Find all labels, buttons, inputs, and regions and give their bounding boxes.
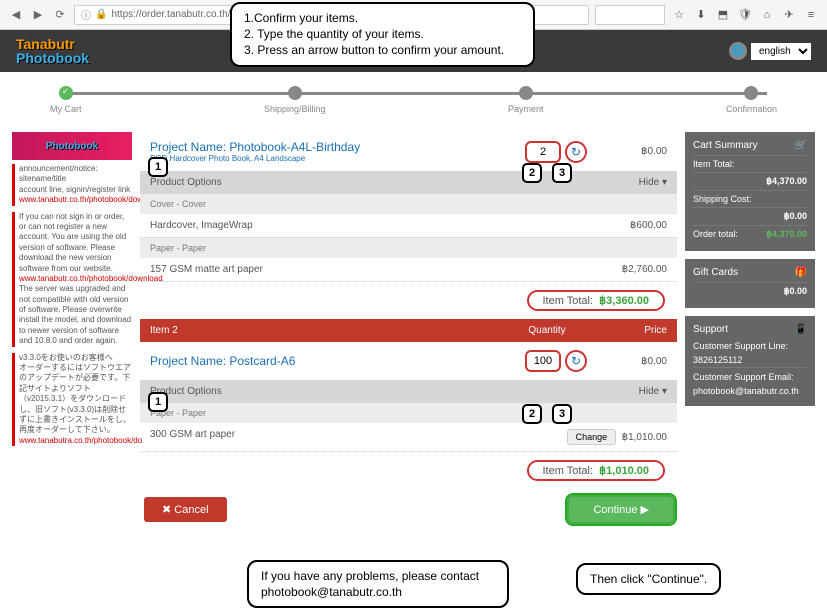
news-item: announcement/notice: sitename/title acco…	[12, 164, 132, 206]
quantity-input-1[interactable]	[525, 141, 561, 163]
back-button[interactable]: ◀	[8, 7, 24, 23]
reload-button[interactable]: ⟳	[52, 7, 68, 23]
option-header: Paper - Paper	[140, 403, 677, 423]
gift-card-card: Gift Cards🎁 ฿0.00	[685, 259, 815, 308]
news-item: v3.3.0をお使いのお客様へ オーダーするにはソフトウエアのアップデートが必要…	[12, 353, 132, 447]
project-desc: POD Hardcover Photo Book, A4 Landscape	[150, 154, 525, 163]
news-sidebar: Photobook announcement/notice: sitename/…	[12, 132, 132, 522]
change-option-button[interactable]: Change	[567, 429, 617, 445]
annotation-bubble-3: 3	[552, 163, 572, 183]
phone-icon: 📱	[795, 324, 807, 335]
step-confirm-dot	[744, 86, 758, 100]
product-options-toggle[interactable]: Product Options Hide ▾	[140, 380, 677, 403]
item-row-2: Project Name: Postcard-A6 ↻ ฿0.00	[140, 342, 677, 380]
item-header-2: Item 2 Quantity Price	[140, 319, 677, 342]
option-header: Cover - Cover	[140, 194, 677, 214]
cart-summary-card: Cart Summary🛒 Item Total: ฿4,370.00 Ship…	[685, 132, 815, 251]
refresh-qty-button-1[interactable]: ↻	[565, 141, 587, 163]
item-total-1: Item Total: ฿3,360.00	[140, 282, 677, 319]
annotation-bubble-2: 2	[522, 163, 542, 183]
hide-toggle: Hide ▾	[639, 177, 667, 188]
download-icon[interactable]: ⬇	[693, 7, 709, 23]
news-banner: Photobook	[12, 132, 132, 160]
annotation-bubble-2b: 2	[522, 404, 542, 424]
summary-sidebar: Cart Summary🛒 Item Total: ฿4,370.00 Ship…	[685, 132, 815, 522]
continue-button[interactable]: Continue ▶	[569, 497, 673, 522]
project-name: Photobook-A4L-Birthday	[229, 140, 360, 154]
instruction-callout: 1.Confirm your items. 2. Type the quanti…	[230, 2, 535, 67]
info-icon: ⓘ	[81, 7, 91, 22]
annotation-bubble-1: 1	[148, 157, 168, 177]
refresh-qty-button-2[interactable]: ↻	[565, 350, 587, 372]
item-total-2: Item Total: ฿1,010.00	[140, 452, 677, 489]
star-icon[interactable]: ☆	[671, 7, 687, 23]
shield-icon[interactable]: 🛡	[737, 7, 753, 23]
pocket-icon[interactable]: ⬒	[715, 7, 731, 23]
annotation-bubble-1b: 1	[148, 392, 168, 412]
annotation-bubble-3b: 3	[552, 404, 572, 424]
option-header: Paper - Paper	[140, 238, 677, 258]
search-box[interactable]	[595, 5, 665, 25]
action-buttons: ✖ Cancel Continue ▶	[140, 497, 677, 522]
step-shipping-label: Shipping/Billing	[264, 104, 326, 114]
step-shipping-dot	[288, 86, 302, 100]
step-confirm-label: Confirmation	[726, 104, 777, 114]
lock-icon: 🔒	[95, 9, 107, 20]
quantity-input-2[interactable]	[525, 350, 561, 372]
language-dropdown[interactable]: english	[751, 43, 811, 60]
option-row: 300 GSM art paper Change ฿1,010.00	[140, 423, 677, 452]
gift-icon: 🎁	[795, 267, 807, 278]
then-callout: Then click "Continue".	[576, 563, 721, 595]
option-row: 157 GSM matte art paper฿2,760.00	[140, 258, 677, 282]
send-icon[interactable]: ✈	[781, 7, 797, 23]
step-cart-label: My Cart	[50, 104, 82, 114]
menu-icon[interactable]: ≡	[803, 7, 819, 23]
forward-button[interactable]: ▶	[30, 7, 46, 23]
home-icon[interactable]: ⌂	[759, 7, 775, 23]
cancel-button[interactable]: ✖ Cancel	[144, 497, 227, 522]
step-cart-dot	[59, 86, 73, 100]
language-selector[interactable]: 🌐 english	[729, 42, 811, 60]
step-payment-label: Payment	[508, 104, 544, 114]
product-options-toggle[interactable]: Product Options Hide ▾	[140, 171, 677, 194]
support-card: Support📱 Customer Support Line: 38261251…	[685, 316, 815, 406]
cart-main: Project Name: Photobook-A4L-Birthday POD…	[140, 132, 677, 522]
item-price: ฿0.00	[587, 146, 667, 157]
news-item: If you can not sign in or order, or can …	[12, 212, 132, 347]
globe-icon: 🌐	[729, 42, 747, 60]
site-logo[interactable]: Tanabutr Photobook	[16, 37, 89, 65]
cart-icon: 🛒	[795, 140, 807, 151]
contact-callout: If you have any problems, please contact…	[247, 560, 509, 608]
item-price: ฿0.00	[587, 356, 667, 367]
checkout-progress: My Cart Shipping/Billing Payment Confirm…	[30, 72, 797, 132]
project-name: Postcard-A6	[229, 354, 295, 368]
hide-toggle: Hide ▾	[639, 386, 667, 397]
option-row: Hardcover, ImageWrap฿600.00	[140, 214, 677, 238]
step-payment-dot	[519, 86, 533, 100]
item-row-1: Project Name: Photobook-A4L-Birthday POD…	[140, 132, 677, 171]
